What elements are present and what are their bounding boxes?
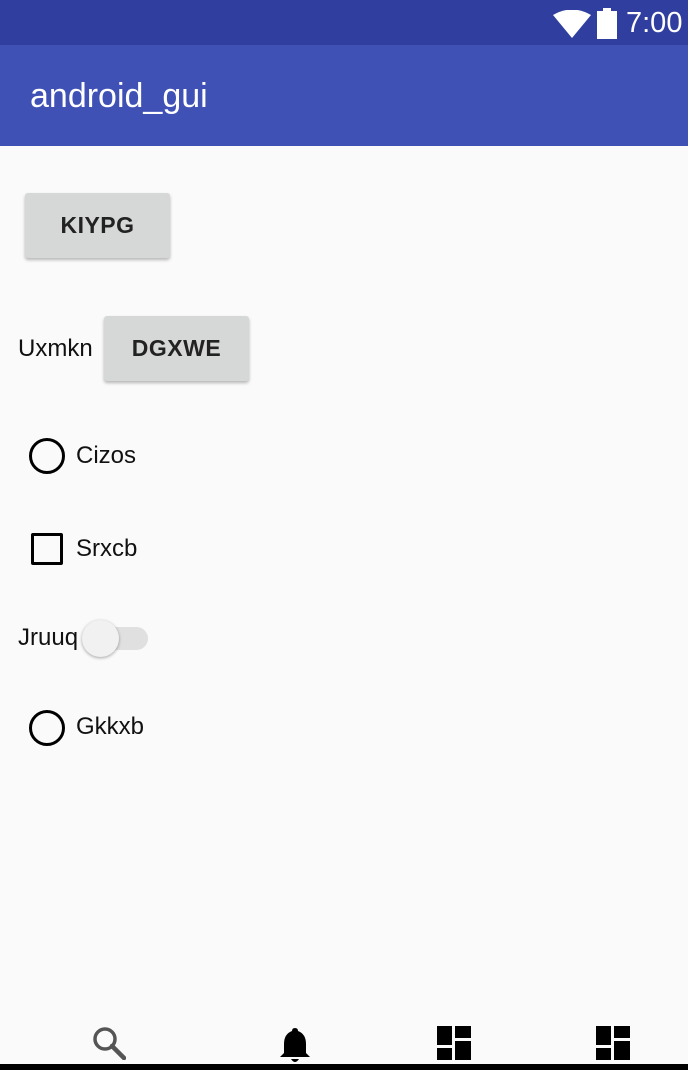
dgxwe-button[interactable]: DGXWE	[104, 316, 249, 381]
cizos-radio-label[interactable]: Cizos	[76, 441, 136, 471]
app-bar: android_gui	[0, 45, 688, 146]
jruuq-switch-label: Jruuq	[18, 624, 79, 651]
search-icon[interactable]	[92, 1026, 126, 1060]
battery-icon	[597, 8, 617, 39]
status-time: 7:00	[626, 7, 683, 39]
srxcb-checkbox[interactable]	[31, 533, 63, 565]
gkkxb-radio[interactable]	[29, 710, 65, 746]
notification-bell-icon[interactable]	[279, 1026, 311, 1064]
dashboard-icon[interactable]	[437, 1026, 471, 1060]
status-bar: 7:00	[0, 0, 688, 45]
uxmkn-label: Uxmkn	[18, 335, 93, 362]
kiypg-button[interactable]: KIYPG	[25, 193, 170, 258]
app-title: android_gui	[30, 77, 208, 115]
wifi-icon	[553, 10, 591, 38]
gkkxb-radio-label[interactable]: Gkkxb	[76, 712, 144, 742]
dashboard-icon[interactable]	[596, 1026, 630, 1060]
cizos-radio[interactable]	[29, 438, 65, 474]
bottom-navigation	[0, 1016, 688, 1070]
srxcb-checkbox-label[interactable]: Srxcb	[76, 534, 137, 564]
jruuq-switch-thumb[interactable]	[82, 620, 119, 657]
bottom-edge-bar	[0, 1064, 688, 1070]
